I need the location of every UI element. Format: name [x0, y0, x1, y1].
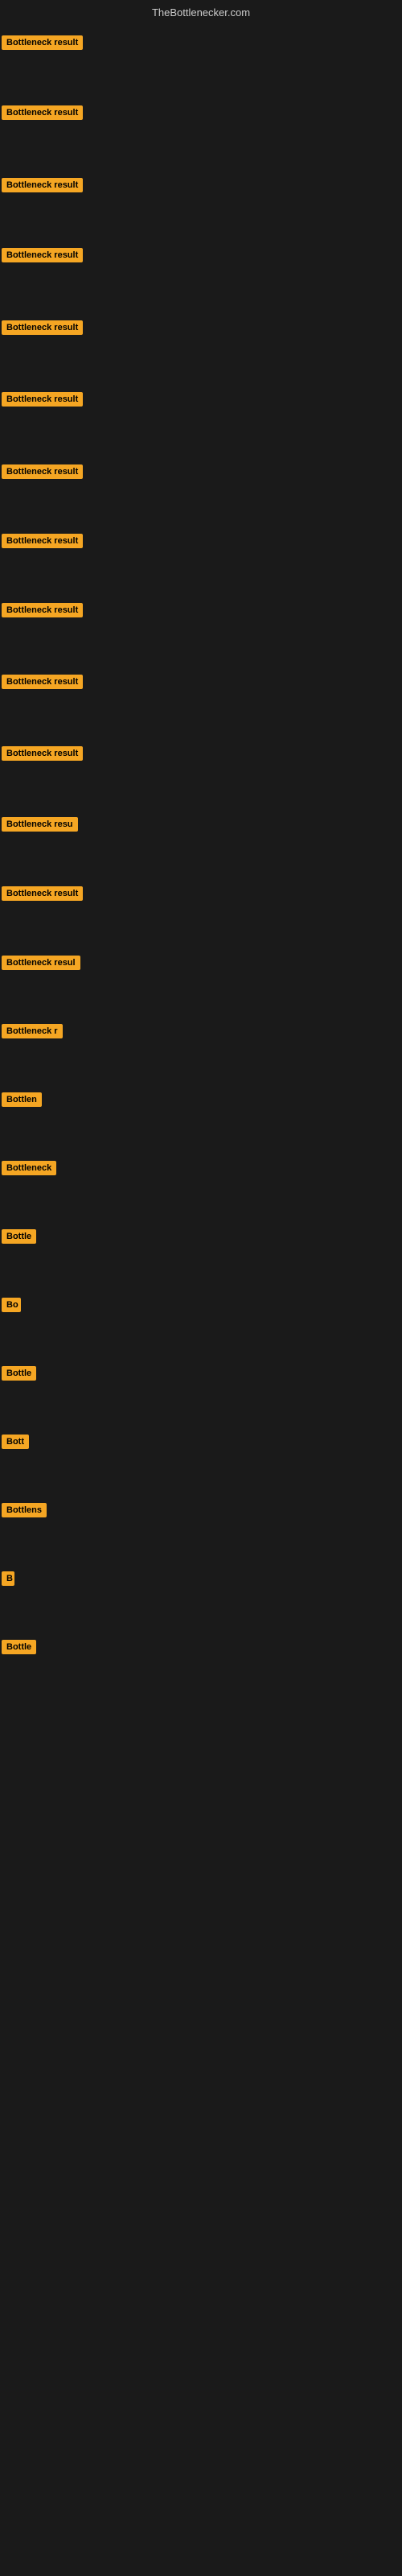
bottleneck-badge: Bo [2, 1298, 21, 1312]
bottleneck-badge: Bottleneck [2, 1161, 56, 1175]
bottleneck-badge: Bottlen [2, 1092, 42, 1107]
bottleneck-badge: Bottleneck resu [2, 817, 78, 832]
bottleneck-badge: Bottleneck result [2, 35, 83, 50]
bottleneck-badge: Bottle [2, 1640, 36, 1654]
bottleneck-badge: Bottle [2, 1229, 36, 1244]
bottleneck-badge: Bottleneck result [2, 105, 83, 120]
bottleneck-badge: Bottlens [2, 1503, 47, 1517]
bottleneck-badge: Bottleneck result [2, 675, 83, 689]
bottleneck-badge: Bottleneck result [2, 603, 83, 617]
bottleneck-badge: Bottleneck result [2, 320, 83, 335]
bottleneck-badge: Bottle [2, 1366, 36, 1381]
bottleneck-badge: Bottleneck result [2, 534, 83, 548]
bottleneck-badge: Bottleneck result [2, 464, 83, 479]
bottleneck-badge: Bottleneck result [2, 746, 83, 761]
bottleneck-badge: Bottleneck result [2, 248, 83, 262]
bottleneck-badge: B [2, 1571, 14, 1586]
bottleneck-badge: Bottleneck result [2, 392, 83, 407]
site-header: TheBottlenecker.com [0, 0, 402, 22]
bottleneck-badge: Bottleneck resul [2, 956, 80, 970]
bottleneck-badge: Bottleneck result [2, 178, 83, 192]
bottleneck-badge: Bottleneck r [2, 1024, 63, 1038]
bottleneck-badge: Bottleneck result [2, 886, 83, 901]
bottleneck-badge: Bott [2, 1435, 29, 1449]
